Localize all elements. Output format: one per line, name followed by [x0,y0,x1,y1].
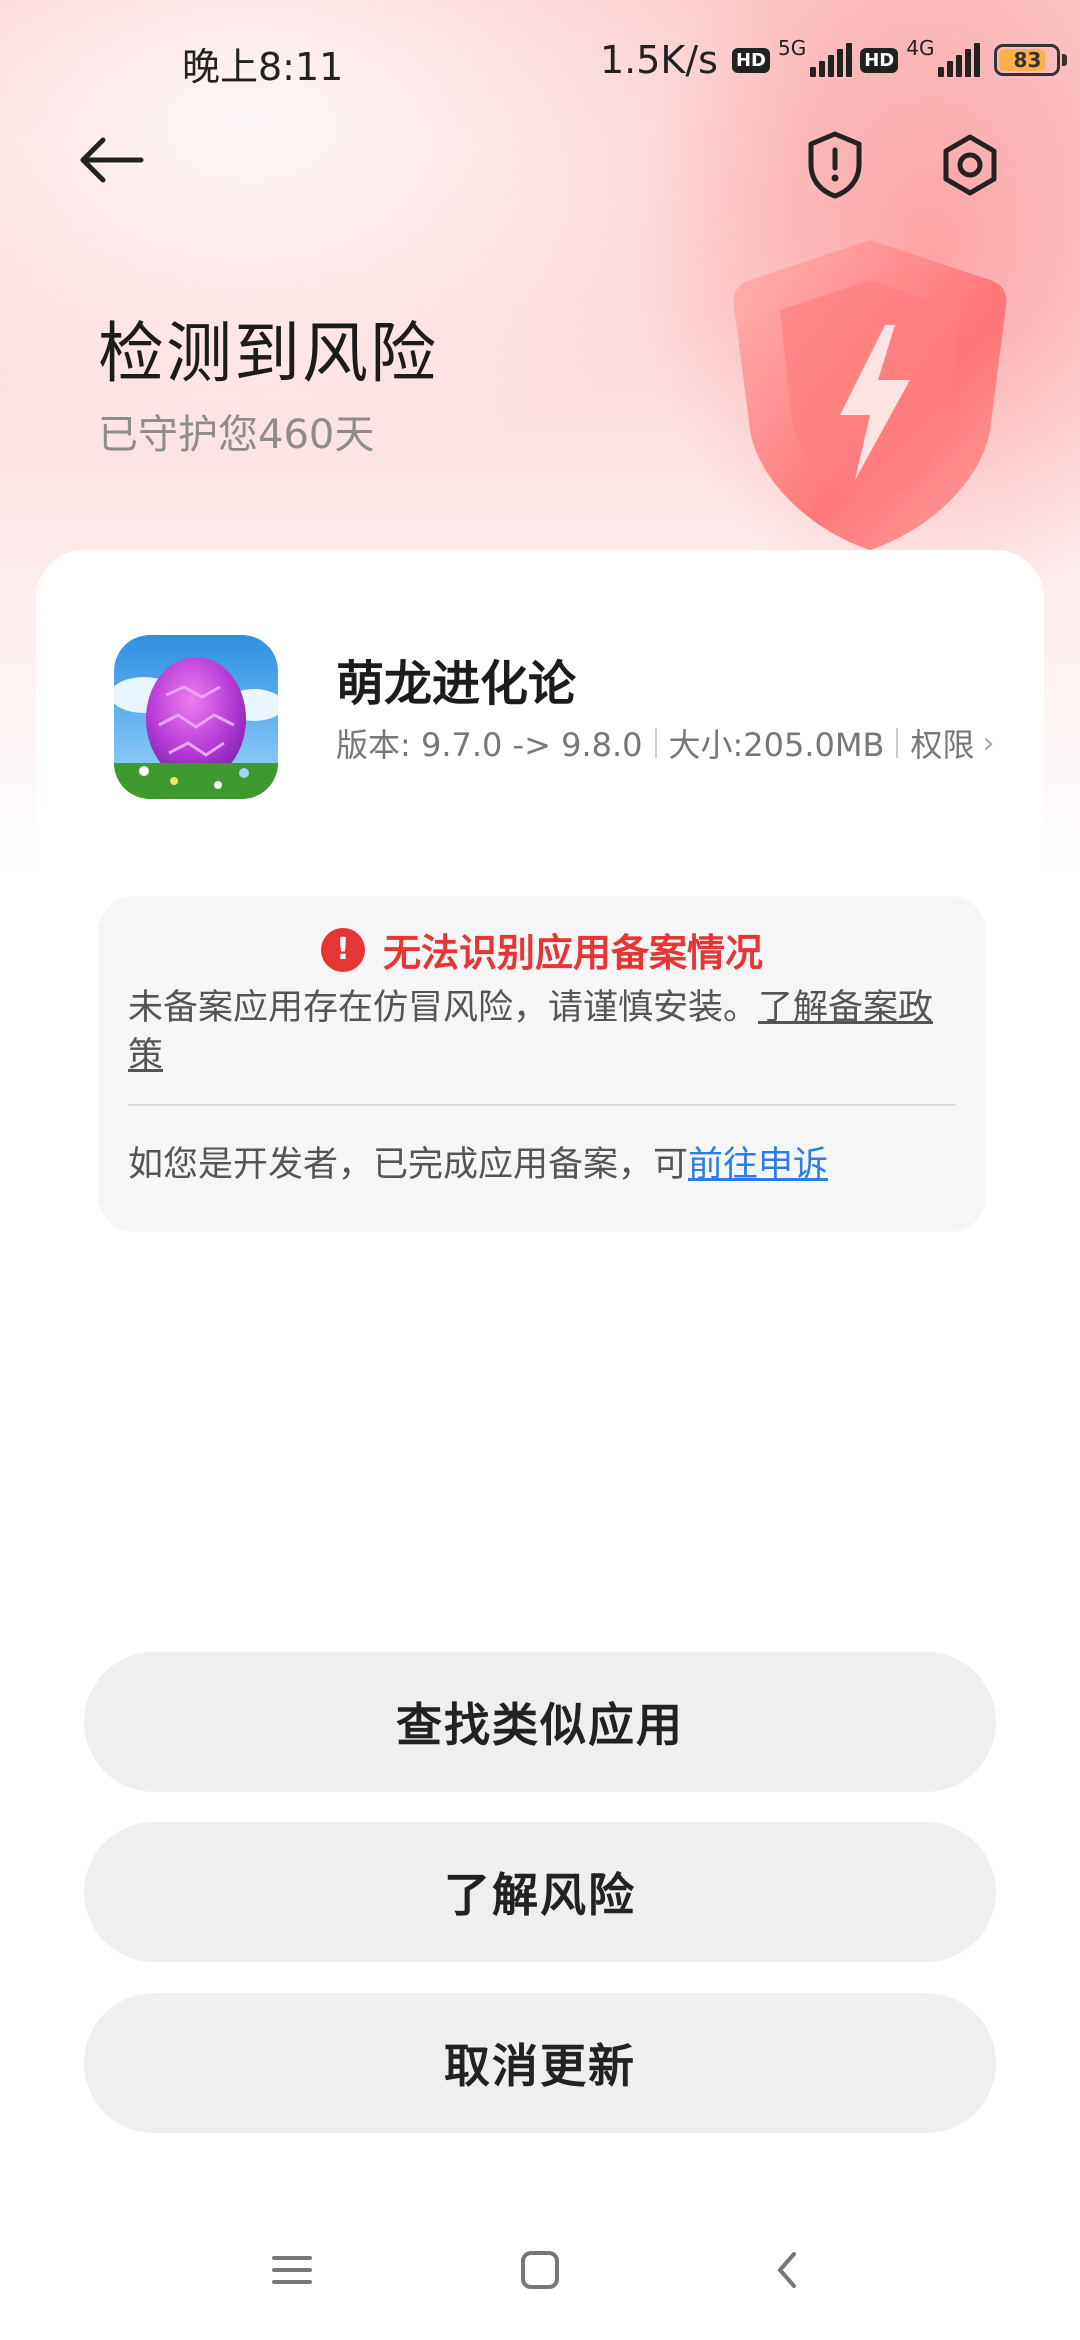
battery-cap [1062,54,1068,66]
home-square-icon [521,2251,559,2289]
divider [128,1104,956,1106]
risk-shield-illustration [733,240,1007,550]
network-speed: 1.5K/s [600,38,718,82]
security-button[interactable] [790,120,880,210]
arrow-left-icon [80,137,144,183]
permissions-link[interactable]: 权限 [910,720,974,766]
developer-note: 如您是开发者，已完成应用备案，可前往申诉 [128,1136,828,1187]
hd-badge: HD [731,47,770,73]
warning-title-row: ! 无法识别应用备案情况 [98,922,986,977]
app-meta: 版本: 9.7.0 -> 9.8.0 大小:205.0MB 权限 › [336,720,995,766]
dragon-egg-icon [114,635,278,799]
menu-icon [272,2256,312,2284]
app-info-card: 萌龙进化论 版本: 9.7.0 -> 9.8.0 大小:205.0MB 权限 ›… [36,550,1044,1410]
app-icon [114,635,278,799]
gear-icon [943,134,997,196]
battery-icon: 83 [994,44,1061,76]
filing-warning-box: ! 无法识别应用备案情况 未备案应用存在仿冒风险，请谨慎安装。了解备案政策 如您… [98,896,986,1232]
hd-badge: HD [860,47,899,73]
recent-apps-button[interactable] [262,2245,322,2295]
alert-icon: ! [320,927,365,972]
app-size: 大小:205.0MB [668,726,885,764]
warning-description: 未备案应用存在仿冒风险，请谨慎安装。了解备案政策 [128,984,958,1080]
find-similar-apps-button[interactable]: 查找类似应用 [84,1652,996,1792]
status-indicators: 1.5K/s HD 5G HD 4G 83 [600,32,1068,88]
protection-days: 已守护您460天 [98,412,375,458]
appeal-link[interactable]: 前往申诉 [688,1145,828,1185]
cancel-update-button[interactable]: 取消更新 [84,1993,996,2133]
developer-note-text: 如您是开发者，已完成应用备案，可 [128,1145,689,1185]
system-nav-bar [0,2220,1080,2320]
warning-text: 未备案应用存在仿冒风险，请谨慎安装。 [128,988,759,1028]
warning-title: 无法识别应用备案情况 [382,931,763,975]
signal-icon [810,43,853,77]
back-button[interactable] [60,120,160,200]
chevron-right-icon: › [982,725,995,761]
nav-back-button[interactable] [757,2245,817,2295]
status-bar: 晚上8:11 1.5K/s HD 5G HD 4G 83 [0,0,1080,120]
status-time: 晚上8:11 [182,45,344,89]
network-type-label: 5G [777,36,807,60]
page-title: 检测到风险 [98,315,438,392]
signal-icon [938,43,981,77]
app-name: 萌龙进化论 [336,656,577,712]
divider [654,728,657,758]
network-type-label: 4G [906,36,935,60]
divider [896,728,899,758]
app-version: 版本: 9.7.0 -> 9.8.0 [336,726,643,764]
chevron-left-icon [778,2252,796,2288]
battery-level: 83 [1013,48,1042,72]
learn-risk-button[interactable]: 了解风险 [84,1822,996,1962]
settings-button[interactable] [925,120,1015,210]
home-button[interactable] [510,2245,570,2295]
shield-alert-icon [808,131,862,199]
